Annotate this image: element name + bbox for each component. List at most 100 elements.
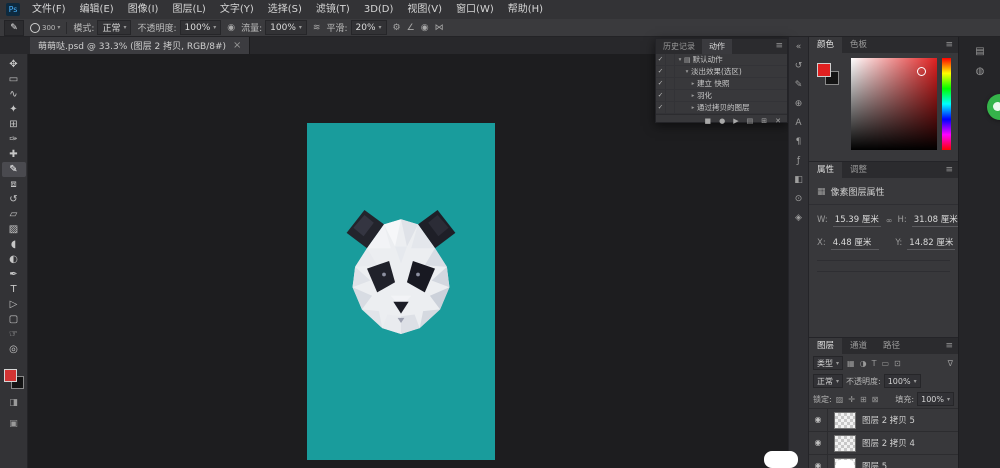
expand-panels-icon[interactable]: «	[796, 42, 802, 52]
paragraph-panel-icon[interactable]: ¶	[796, 137, 802, 147]
menu-layer[interactable]: 图层(L)	[165, 0, 212, 19]
foreground-color-swatch[interactable]	[4, 369, 17, 382]
expand-icon[interactable]: ▸	[675, 93, 697, 99]
panel-menu-icon[interactable]: ≡	[945, 162, 958, 178]
eyedropper-tool[interactable]: ✑	[2, 132, 26, 147]
move-tool[interactable]: ✥	[2, 57, 26, 72]
blur-tool[interactable]: ◖	[2, 237, 26, 252]
layer-row[interactable]: ◉ 图层 5	[809, 455, 958, 468]
brush-settings-icon[interactable]: ✎	[795, 80, 803, 90]
symmetry-icon[interactable]: ⋈	[435, 23, 444, 33]
expand-icon[interactable]: ▾	[675, 69, 691, 75]
history-brush-tool[interactable]: ↺	[2, 192, 26, 207]
check-icon[interactable]: ✓	[656, 78, 666, 89]
navigator-panel-icon[interactable]: ◈	[795, 213, 802, 223]
check-icon[interactable]: ✓	[656, 90, 666, 101]
document-tab[interactable]: 萌萌哒.psd @ 33.3% (图层 2 拷贝, RGB/8#) ×	[30, 37, 250, 54]
mode-select[interactable]: 正常 ▾	[97, 20, 131, 35]
pen-pressure-size-icon[interactable]: ◉	[421, 23, 429, 33]
action-row[interactable]: ✓ ▾ 淡出效果(选区)	[656, 66, 787, 78]
type-tool[interactable]: T	[2, 282, 26, 297]
eraser-tool[interactable]: ▱	[2, 207, 26, 222]
check-icon[interactable]: ✓	[656, 54, 666, 65]
lock-transparency-icon[interactable]: ▨	[835, 395, 845, 404]
gradient-tool[interactable]: ▨	[2, 222, 26, 237]
layer-thumbnail[interactable]	[834, 412, 856, 429]
saturation-brightness-field[interactable]	[851, 58, 937, 150]
hue-slider[interactable]	[942, 58, 951, 150]
tab-channels[interactable]: 通道	[842, 338, 875, 354]
width-field[interactable]: 15.39 厘米	[833, 213, 881, 227]
menu-select[interactable]: 选择(S)	[261, 0, 309, 19]
menu-type[interactable]: 文字(Y)	[213, 0, 261, 19]
path-selection-tool[interactable]: ▷	[2, 297, 26, 312]
character-panel-icon[interactable]: A	[795, 118, 801, 128]
dialog-toggle[interactable]	[666, 102, 675, 113]
dodge-tool[interactable]: ◐	[2, 252, 26, 267]
check-icon[interactable]: ✓	[656, 102, 666, 113]
action-row[interactable]: ✓ ▸ 建立 快照	[656, 78, 787, 90]
panel-menu-icon[interactable]: ≡	[945, 37, 958, 53]
flow-select[interactable]: 100% ▾	[265, 20, 307, 35]
layer-opacity-select[interactable]: 100% ▾	[884, 374, 921, 388]
pen-tool[interactable]: ✒	[2, 267, 26, 282]
opacity-select[interactable]: 100% ▾	[180, 20, 222, 35]
filter-type-select[interactable]: 类型 ▾	[813, 356, 843, 370]
filter-shape-icon[interactable]: ▭	[880, 359, 890, 368]
tab-layers[interactable]: 图层	[809, 338, 842, 354]
menu-file[interactable]: 文件(F)	[25, 0, 73, 19]
clone-stamp-tool[interactable]: ⧈	[2, 177, 26, 192]
tab-color[interactable]: 颜色	[809, 37, 842, 53]
menu-edit[interactable]: 编辑(E)	[73, 0, 121, 19]
info-panel-icon[interactable]: ⊙	[795, 194, 803, 204]
dialog-toggle[interactable]	[666, 78, 675, 89]
lasso-tool[interactable]: ∿	[2, 87, 26, 102]
menu-image[interactable]: 图像(I)	[121, 0, 166, 19]
tab-paths[interactable]: 路径	[875, 338, 908, 354]
new-action-icon[interactable]: ⊞	[761, 117, 767, 125]
layer-row[interactable]: ◉ 图层 2 拷贝 4	[809, 432, 958, 455]
clone-source-icon[interactable]: ⊕	[795, 99, 803, 109]
smoothing-select[interactable]: 20% ▾	[351, 20, 387, 35]
color-picker-marker[interactable]	[917, 67, 926, 76]
shape-tool[interactable]: ▢	[2, 312, 26, 327]
history-panel-icon[interactable]: ↺	[795, 61, 803, 71]
y-field[interactable]: 14.82 厘米	[907, 236, 955, 250]
close-icon[interactable]: ×	[233, 40, 241, 51]
menu-filter[interactable]: 滤镜(T)	[309, 0, 357, 19]
lock-pixels-icon[interactable]: ✛	[847, 395, 856, 404]
panel-menu-icon[interactable]: ≡	[775, 39, 787, 54]
eye-icon[interactable]: ◉	[809, 455, 828, 468]
blend-mode-select[interactable]: 正常 ▾	[813, 374, 843, 388]
adjustments-panel-icon[interactable]: ◧	[794, 175, 803, 185]
dialog-toggle[interactable]	[666, 54, 675, 65]
x-field[interactable]: 4.48 厘米	[831, 236, 879, 250]
action-row[interactable]: ✓ ▸ 通过拷贝的图层	[656, 102, 787, 114]
glyphs-panel-icon[interactable]: ƒ	[797, 156, 800, 166]
menu-view[interactable]: 视图(V)	[400, 0, 449, 19]
menu-3d[interactable]: 3D(D)	[357, 0, 401, 19]
quick-mask-icon[interactable]: ◨	[2, 396, 26, 410]
airbrush-icon[interactable]: ≋	[313, 23, 321, 33]
new-set-icon[interactable]: ▤	[747, 117, 754, 125]
learn-icon[interactable]: ▤	[971, 46, 989, 57]
fill-select[interactable]: 100% ▾	[917, 392, 954, 406]
brush-tool[interactable]: ✎	[2, 162, 26, 177]
foreground-color-swatch[interactable]	[817, 63, 831, 77]
screen-mode-icon[interactable]: ▣	[2, 417, 26, 431]
lock-all-icon[interactable]: ⊠	[871, 395, 880, 404]
brush-preset-picker[interactable]: 300 ▾	[30, 23, 60, 33]
filter-pixel-icon[interactable]: ▦	[846, 359, 856, 368]
filter-adjustment-icon[interactable]: ◑	[859, 359, 868, 368]
expand-icon[interactable]: ▾	[675, 57, 684, 63]
tab-history[interactable]: 历史记录	[656, 39, 702, 54]
crop-tool[interactable]: ⊞	[2, 117, 26, 132]
eye-icon[interactable]: ◉	[809, 432, 828, 454]
hand-tool[interactable]: ☞	[2, 327, 26, 342]
color-fg-bg-swatches[interactable]	[817, 63, 839, 85]
marquee-tool[interactable]: ▭	[2, 72, 26, 87]
artboard[interactable]	[307, 123, 495, 460]
tab-actions[interactable]: 动作	[702, 39, 732, 54]
smoothing-options-gear-icon[interactable]: ⚙	[393, 23, 401, 33]
tab-properties[interactable]: 属性	[809, 162, 842, 178]
